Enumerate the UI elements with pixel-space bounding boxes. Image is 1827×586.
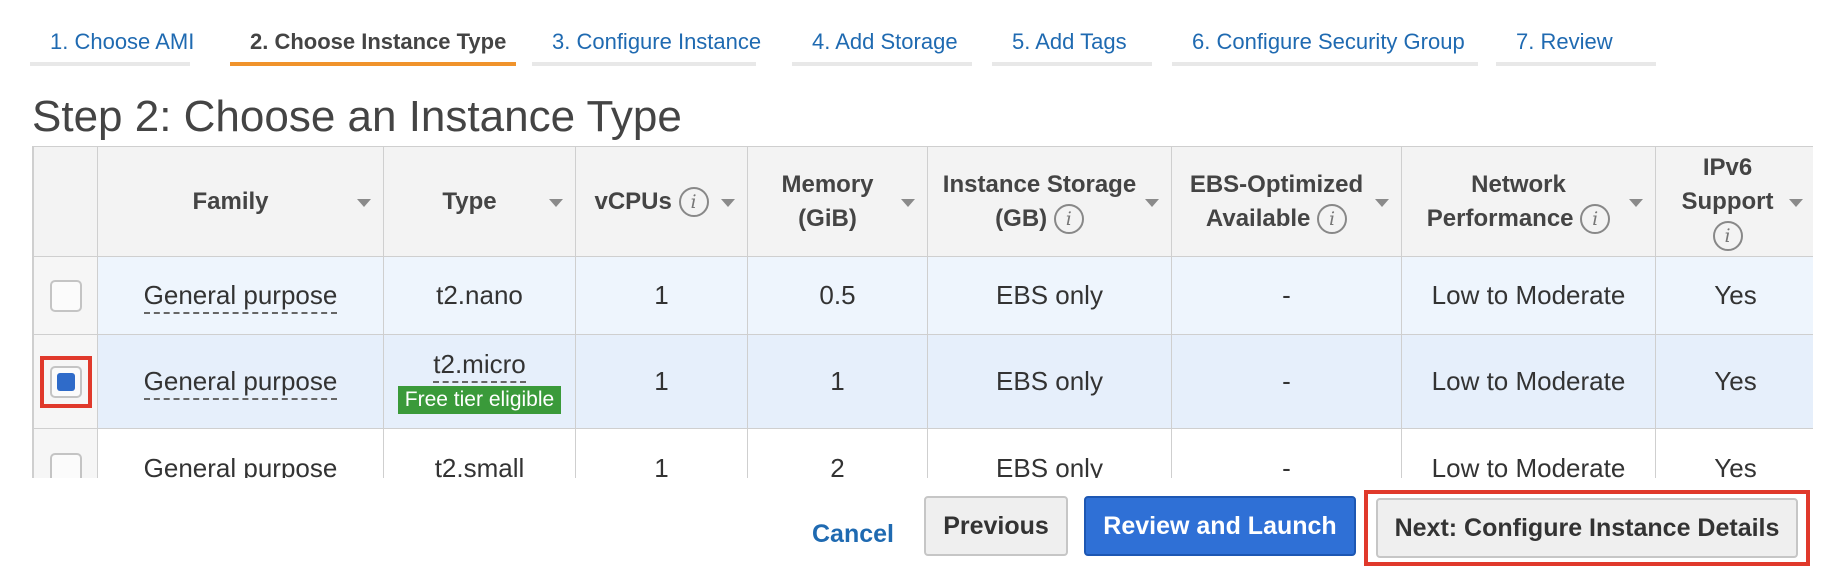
ebs-cell: - bbox=[1171, 334, 1402, 429]
storage-header-label: Instance Storage bbox=[942, 170, 1137, 198]
row-checkbox[interactable] bbox=[49, 453, 82, 478]
info-icon[interactable]: i bbox=[678, 187, 709, 218]
review-and-launch-button[interactable]: Review and Launch bbox=[1084, 496, 1356, 556]
info-icon[interactable]: i bbox=[1712, 221, 1743, 252]
ipv6-cell: Yes bbox=[1655, 334, 1813, 429]
vcpus-cell: 1 bbox=[575, 428, 748, 478]
network-performance-column-header[interactable]: Network Performance i bbox=[1401, 146, 1656, 257]
type-value[interactable]: t2.micro bbox=[433, 349, 526, 383]
type-value: t2.nano bbox=[436, 280, 523, 310]
memory-header-unit: (GiB) bbox=[798, 204, 857, 232]
table-row[interactable]: General purpose t2.nano 1 0.5 EBS only -… bbox=[33, 256, 1813, 335]
cancel-button[interactable]: Cancel bbox=[808, 504, 898, 564]
ipv6-cell: Yes bbox=[1655, 256, 1813, 335]
tab-choose-instance-type[interactable]: 2. Choose Instance Type bbox=[230, 18, 516, 66]
network-cell: Low to Moderate bbox=[1401, 256, 1656, 335]
family-value[interactable]: General purpose bbox=[143, 280, 338, 314]
info-icon[interactable]: i bbox=[1580, 204, 1611, 235]
ipv6-column-header[interactable]: IPv6 Support i bbox=[1655, 146, 1813, 257]
ipv6-cell: Yes bbox=[1655, 428, 1813, 478]
memory-cell: 1 bbox=[747, 334, 928, 429]
free-tier-badge: Free tier eligible bbox=[397, 386, 562, 414]
table-row[interactable]: General purpose t2.micro Free tier eligi… bbox=[33, 334, 1813, 429]
memory-cell: 2 bbox=[747, 428, 928, 478]
storage-cell: EBS only bbox=[927, 256, 1172, 335]
tab-choose-ami[interactable]: 1. Choose AMI bbox=[30, 18, 194, 66]
sort-arrow-icon[interactable] bbox=[901, 198, 915, 207]
ebs-header-label: EBS-Optimized bbox=[1189, 170, 1364, 198]
sort-arrow-icon[interactable] bbox=[1375, 198, 1389, 207]
storage-header-unit: (GB) bbox=[995, 204, 1048, 232]
ipv6-header-label-2: Support bbox=[1681, 187, 1774, 215]
tab-configure-security-group[interactable]: 6. Configure Security Group bbox=[1172, 18, 1478, 66]
type-cell: t2.small bbox=[383, 428, 576, 478]
storage-cell: EBS only bbox=[927, 428, 1172, 478]
network-header-label-2: Performance bbox=[1426, 204, 1574, 232]
sort-arrow-icon[interactable] bbox=[721, 198, 735, 207]
family-header-label: Family bbox=[192, 187, 269, 215]
vcpus-cell: 1 bbox=[575, 256, 748, 335]
network-cell: Low to Moderate bbox=[1401, 334, 1656, 429]
sort-arrow-icon[interactable] bbox=[357, 198, 371, 207]
type-cell: t2.micro Free tier eligible bbox=[383, 334, 576, 429]
ebs-optimized-column-header[interactable]: EBS-Optimized Available i bbox=[1171, 146, 1402, 257]
row-checkbox[interactable] bbox=[49, 280, 82, 313]
info-icon[interactable]: i bbox=[1317, 204, 1348, 235]
type-cell: t2.nano bbox=[383, 256, 576, 335]
ebs-cell: - bbox=[1171, 428, 1402, 478]
type-value: t2.small bbox=[434, 453, 525, 478]
family-value[interactable]: General purpose bbox=[144, 453, 338, 478]
family-cell: General purpose bbox=[97, 428, 384, 478]
row-select-cell[interactable] bbox=[33, 256, 98, 335]
next-configure-instance-details-button[interactable]: Next: Configure Instance Details bbox=[1376, 498, 1798, 558]
row-select-cell[interactable] bbox=[33, 334, 98, 429]
tab-review[interactable]: 7. Review bbox=[1496, 18, 1656, 66]
tab-add-storage[interactable]: 4. Add Storage bbox=[792, 18, 972, 66]
network-cell: Low to Moderate bbox=[1401, 428, 1656, 478]
ebs-header-label-2: Available bbox=[1205, 204, 1311, 232]
memory-header-label: Memory bbox=[781, 170, 874, 198]
memory-column-header[interactable]: Memory (GiB) bbox=[747, 146, 928, 257]
ebs-cell: - bbox=[1171, 256, 1402, 335]
family-value[interactable]: General purpose bbox=[143, 366, 338, 400]
tab-add-tags[interactable]: 5. Add Tags bbox=[992, 18, 1152, 66]
memory-cell: 0.5 bbox=[747, 256, 928, 335]
highlight-outline bbox=[39, 355, 92, 408]
sort-arrow-icon[interactable] bbox=[1629, 198, 1643, 207]
table-row[interactable]: General purpose t2.small 1 2 EBS only - … bbox=[33, 428, 1813, 478]
previous-button[interactable]: Previous bbox=[924, 496, 1068, 556]
page-title: Step 2: Choose an Instance Type bbox=[32, 92, 682, 141]
family-cell: General purpose bbox=[97, 334, 384, 429]
select-column-header bbox=[33, 146, 98, 257]
vcpus-header-label: vCPUs bbox=[594, 187, 672, 215]
instance-type-table[interactable]: Family Type vCPUs i Memory (GiB) Instanc… bbox=[32, 146, 1813, 478]
vcpus-column-header[interactable]: vCPUs i bbox=[575, 146, 748, 257]
tab-configure-instance[interactable]: 3. Configure Instance bbox=[532, 18, 761, 66]
sort-arrow-icon[interactable] bbox=[549, 198, 563, 207]
vcpus-cell: 1 bbox=[575, 334, 748, 429]
family-column-header[interactable]: Family bbox=[97, 146, 384, 257]
info-icon[interactable]: i bbox=[1053, 204, 1084, 235]
instance-storage-column-header[interactable]: Instance Storage (GB) i bbox=[927, 146, 1172, 257]
ipv6-header-label: IPv6 bbox=[1702, 153, 1753, 181]
network-header-label: Network bbox=[1471, 170, 1566, 198]
action-bar: Cancel Previous Review and Launch Next: … bbox=[0, 490, 1827, 574]
row-checkbox-checked[interactable] bbox=[49, 365, 82, 398]
sort-arrow-icon[interactable] bbox=[1789, 198, 1803, 207]
sort-arrow-icon[interactable] bbox=[1145, 198, 1159, 207]
type-header-label: Type bbox=[442, 187, 497, 215]
family-cell: General purpose bbox=[97, 256, 384, 335]
storage-cell: EBS only bbox=[927, 334, 1172, 429]
type-column-header[interactable]: Type bbox=[383, 146, 576, 257]
row-select-cell[interactable] bbox=[33, 428, 98, 478]
